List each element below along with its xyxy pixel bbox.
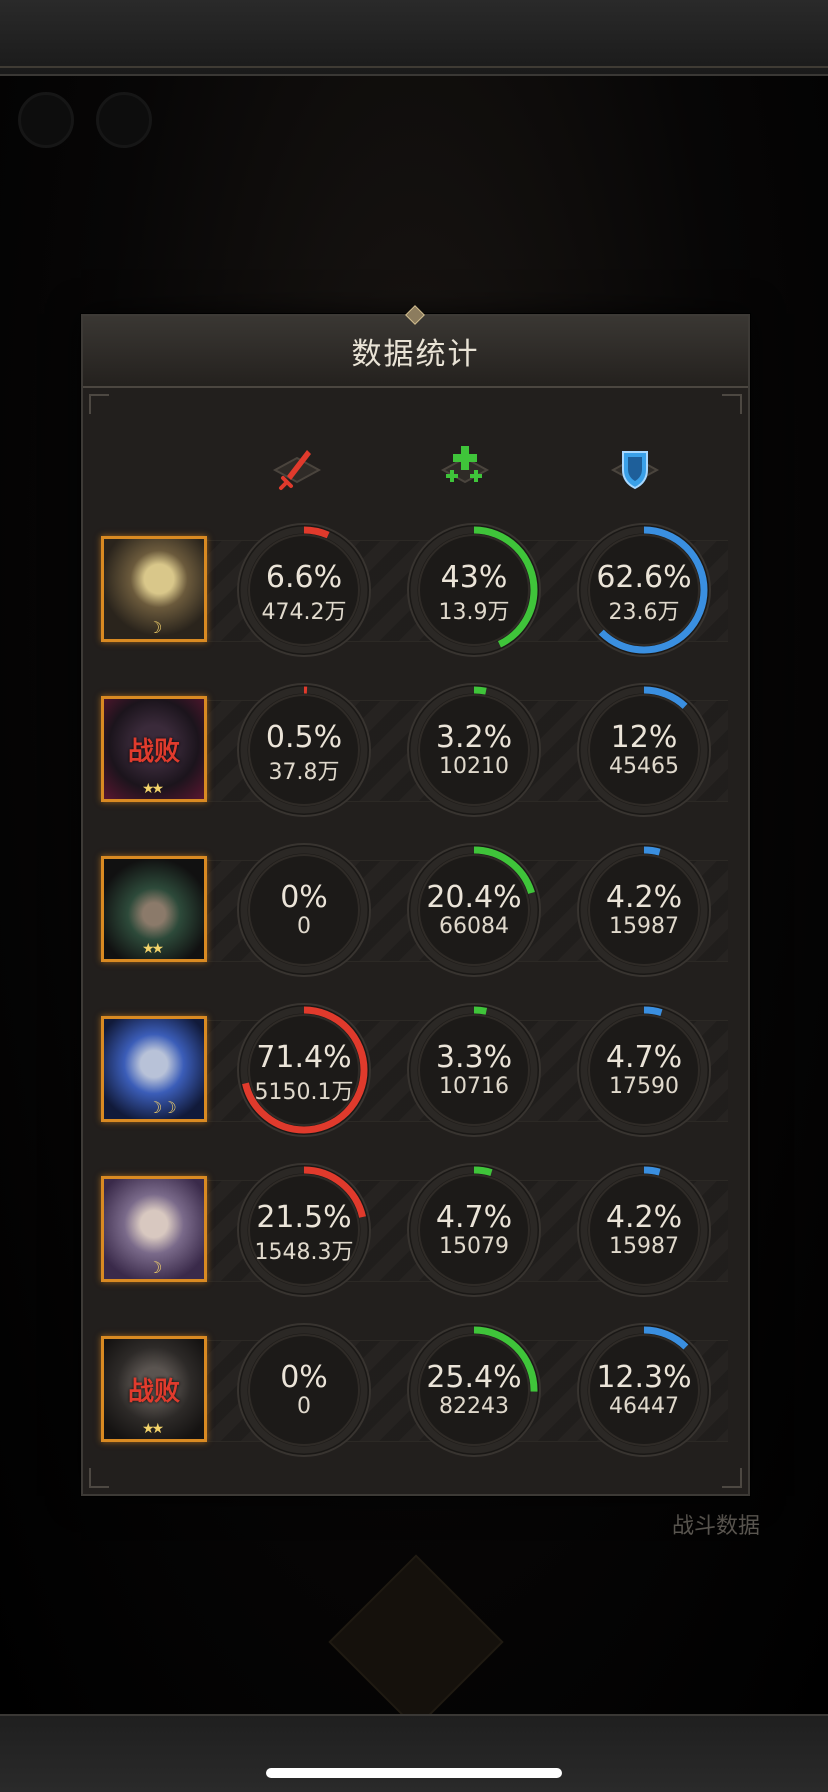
value-label: 13.9万 [438, 600, 510, 625]
percent-label: 4.7% [605, 1040, 683, 1075]
heal-gauge: 3.3% 10716 [404, 1000, 544, 1140]
hero-stats-row: ☽☽ 71.4% 5150.1万 3.3% 10716 4.7% 17590 [83, 1000, 748, 1140]
percent-label: 4.2% [605, 1200, 683, 1235]
damage-gauge: 0% 0 [234, 840, 374, 980]
value-label: 15987 [609, 1234, 679, 1259]
damage-gauge: 6.6% 474.2万 [234, 520, 374, 660]
tank-gauge: 12% 45465 [574, 680, 714, 820]
hero-stats-row: 战败 ★★ 0.5% 37.8万 3.2% 10210 12% 45465 [83, 680, 748, 820]
corner-ornament [89, 394, 109, 414]
hero-stats-row: ☽ 21.5% 1548.3万 4.7% 15079 4.2% 15987 [83, 1160, 748, 1300]
hero-stats-row: 战败 ★★ 0% 0 25.4% 82243 12.3% 46447 [83, 1320, 748, 1460]
defeated-label: 战败 [127, 737, 180, 767]
percent-label: 3.3% [435, 1040, 513, 1075]
tank-gauge: 62.6% 23.6万 [574, 520, 714, 660]
percent-label: 25.4% [426, 1360, 522, 1395]
value-label: 15079 [439, 1234, 509, 1259]
battle-data-label: 战斗数据 [672, 1514, 761, 1539]
corner-ornament [722, 394, 742, 414]
background-hud [18, 92, 810, 152]
heal-gauge: 20.4% 66084 [404, 840, 544, 980]
percent-label: 12% [610, 720, 678, 755]
hero-portrait[interactable]: ☽☽ [101, 1016, 207, 1122]
value-label: 474.2万 [261, 600, 347, 625]
hero-portrait[interactable]: 战败 ★★ [101, 696, 207, 802]
hero-stats-row: ★★ 0% 0 20.4% 66084 4.2% 15987 [83, 840, 748, 980]
percent-label: 0.5% [265, 720, 343, 755]
panel-title: 数据统计 [351, 337, 480, 372]
damage-sword-icon [267, 440, 327, 500]
corner-ornament [89, 1468, 109, 1488]
moon-rank-icon: ☽ [148, 1258, 163, 1277]
percent-label: 0% [280, 880, 328, 915]
panel-header: 数据统计 [83, 305, 748, 388]
hero-stats-row: ☽ 6.6% 474.2万 43% 13.9万 62.6% 23.6万 [83, 520, 748, 660]
value-label: 5150.1万 [254, 1080, 354, 1105]
heal-gauge: 43% 13.9万 [404, 520, 544, 660]
defeated-label: 战败 [127, 1377, 180, 1407]
hero-portrait[interactable]: ☽ [101, 536, 207, 642]
shield-icon [605, 440, 665, 500]
percent-label: 6.6% [265, 560, 343, 595]
stats-panel: 数据统计 ☽ 6.6% 474.2万 43% 13.9万 62.6% 23.6万战败 ★★ 0.… [81, 305, 750, 1496]
percent-label: 20.4% [426, 880, 522, 915]
value-label: 23.6万 [608, 600, 680, 625]
home-indicator[interactable] [266, 1768, 562, 1778]
damage-gauge: 0% 0 [234, 1320, 374, 1460]
tank-gauge: 4.7% 17590 [574, 1000, 714, 1140]
value-label: 10716 [439, 1074, 509, 1099]
percent-label: 62.6% [596, 560, 692, 595]
hero-portrait[interactable]: 战败 ★★ [101, 1336, 207, 1442]
hero-portrait[interactable]: ☽ [101, 1176, 207, 1282]
percent-label: 0% [280, 1360, 328, 1395]
moon-rank-icon: ☽ [148, 618, 163, 637]
value-label: 46447 [609, 1394, 679, 1419]
percent-label: 71.4% [256, 1040, 352, 1075]
value-label: 10210 [439, 754, 509, 779]
star-rank-icon: ★★ [142, 781, 164, 797]
damage-gauge: 21.5% 1548.3万 [234, 1160, 374, 1300]
star-rank-icon: ★★ [142, 1421, 164, 1437]
value-label: 45465 [609, 754, 679, 779]
percent-label: 12.3% [596, 1360, 692, 1395]
settings-icon [96, 92, 152, 148]
play-icon [18, 92, 74, 148]
bottom-frame [0, 1714, 828, 1792]
percent-label: 43% [440, 560, 508, 595]
corner-ornament [722, 1468, 742, 1488]
value-label: 37.8万 [268, 760, 340, 785]
percent-label: 4.2% [605, 880, 683, 915]
heal-gauge: 4.7% 15079 [404, 1160, 544, 1300]
tank-gauge: 12.3% 46447 [574, 1320, 714, 1460]
damage-gauge: 0.5% 37.8万 [234, 680, 374, 820]
value-label: 15987 [609, 914, 679, 939]
value-label: 17590 [609, 1074, 679, 1099]
heal-gauge: 25.4% 82243 [404, 1320, 544, 1460]
value-label: 0 [297, 914, 311, 939]
hero-portrait[interactable]: ★★ [101, 856, 207, 962]
star-rank-icon: ★★ [142, 941, 164, 957]
top-frame [0, 0, 828, 76]
heal-plus-icon [435, 440, 495, 500]
tank-gauge: 4.2% 15987 [574, 1160, 714, 1300]
damage-gauge: 71.4% 5150.1万 [234, 1000, 374, 1140]
value-label: 82243 [439, 1394, 509, 1419]
value-label: 66084 [439, 914, 509, 939]
tank-gauge: 4.2% 15987 [574, 840, 714, 980]
heal-gauge: 3.2% 10210 [404, 680, 544, 820]
percent-label: 4.7% [435, 1200, 513, 1235]
percent-label: 21.5% [256, 1200, 352, 1235]
moon-rank-icon: ☽☽ [148, 1098, 177, 1117]
value-label: 1548.3万 [254, 1240, 354, 1265]
value-label: 0 [297, 1394, 311, 1419]
percent-label: 3.2% [435, 720, 513, 755]
